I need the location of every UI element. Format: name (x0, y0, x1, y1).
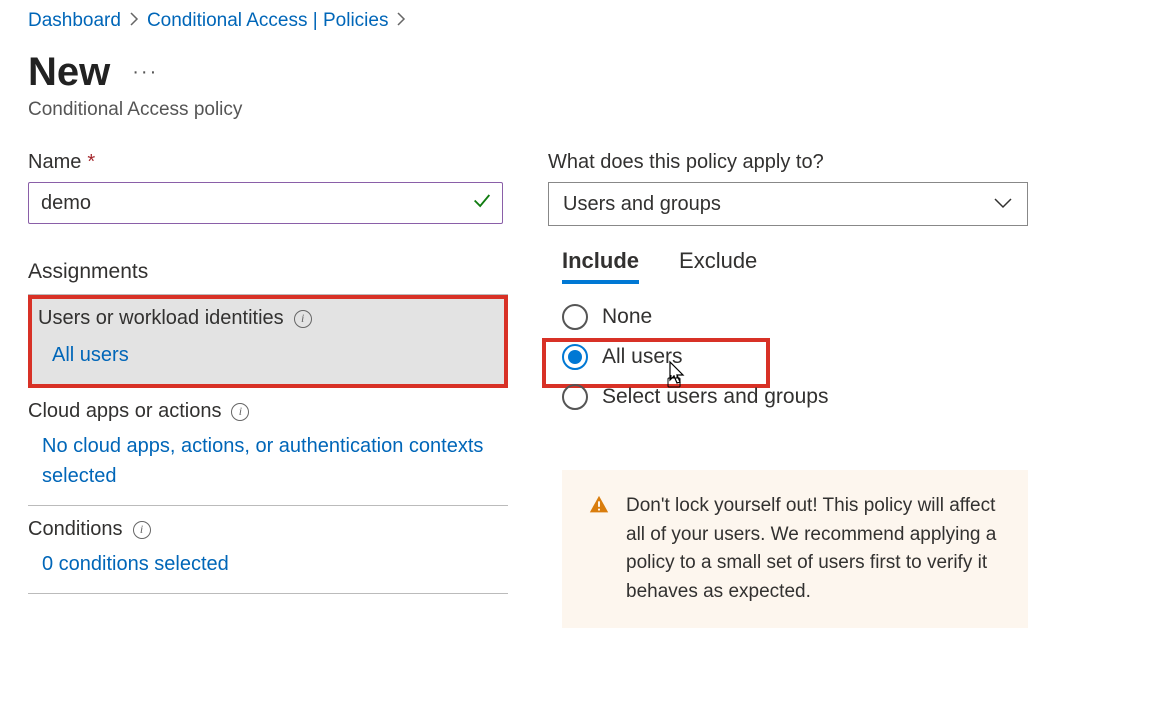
cloud-apps-label: Cloud apps or actions (28, 400, 221, 423)
cloud-apps-summary[interactable]: No cloud apps, actions, or authenticatio… (42, 431, 508, 491)
breadcrumb-conditional-access-policies[interactable]: Conditional Access | Policies (147, 10, 389, 32)
breadcrumb: Dashboard Conditional Access | Policies (28, 10, 1134, 32)
lockout-warning: Don't lock yourself out! This policy wil… (562, 470, 1028, 628)
include-exclude-tabs: Include Exclude (562, 248, 1028, 284)
conditions-label: Conditions (28, 518, 123, 541)
apply-to-select[interactable]: Users and groups (548, 182, 1028, 226)
radio-none-label: None (602, 305, 652, 329)
breadcrumb-dashboard[interactable]: Dashboard (28, 10, 121, 32)
required-asterisk: * (87, 151, 95, 174)
info-icon[interactable]: i (294, 310, 312, 328)
assignment-users-identities[interactable]: Users or workload identities i All users (28, 295, 508, 388)
page-title-row: New ··· (28, 50, 1134, 95)
name-input[interactable] (28, 182, 503, 224)
check-icon (471, 190, 493, 217)
radio-all-users[interactable]: All users (562, 344, 1028, 370)
name-label: Name * (28, 151, 508, 174)
conditions-summary[interactable]: 0 conditions selected (42, 549, 508, 579)
radio-all-users-label: All users (602, 345, 683, 369)
warning-text: Don't lock yourself out! This policy wil… (626, 492, 1002, 606)
apply-to-selected-value: Users and groups (563, 193, 721, 216)
assignment-cloud-apps[interactable]: Cloud apps or actions i No cloud apps, a… (28, 388, 508, 506)
warning-icon (588, 494, 610, 606)
apply-to-label: What does this policy apply to? (548, 151, 1028, 174)
page-title: New (28, 50, 110, 95)
chevron-right-icon (396, 12, 406, 31)
assignments-header: Assignments (28, 260, 508, 295)
info-icon[interactable]: i (231, 403, 249, 421)
include-radio-group: None All users Select us (562, 304, 1028, 410)
radio-none[interactable]: None (562, 304, 1028, 330)
chevron-down-icon (993, 193, 1013, 216)
name-label-text: Name (28, 151, 81, 174)
tab-include[interactable]: Include (562, 248, 639, 284)
chevron-right-icon (129, 12, 139, 31)
radio-select-users-label: Select users and groups (602, 385, 828, 409)
more-actions-button[interactable]: ··· (132, 61, 158, 84)
users-identities-summary[interactable]: All users (52, 340, 500, 370)
tab-exclude[interactable]: Exclude (679, 248, 757, 284)
radio-select-users-groups[interactable]: Select users and groups (562, 384, 1028, 410)
assignment-conditions[interactable]: Conditions i 0 conditions selected (28, 506, 508, 594)
page-subtitle: Conditional Access policy (28, 99, 1134, 121)
users-identities-label: Users or workload identities (38, 307, 284, 330)
info-icon[interactable]: i (133, 521, 151, 539)
